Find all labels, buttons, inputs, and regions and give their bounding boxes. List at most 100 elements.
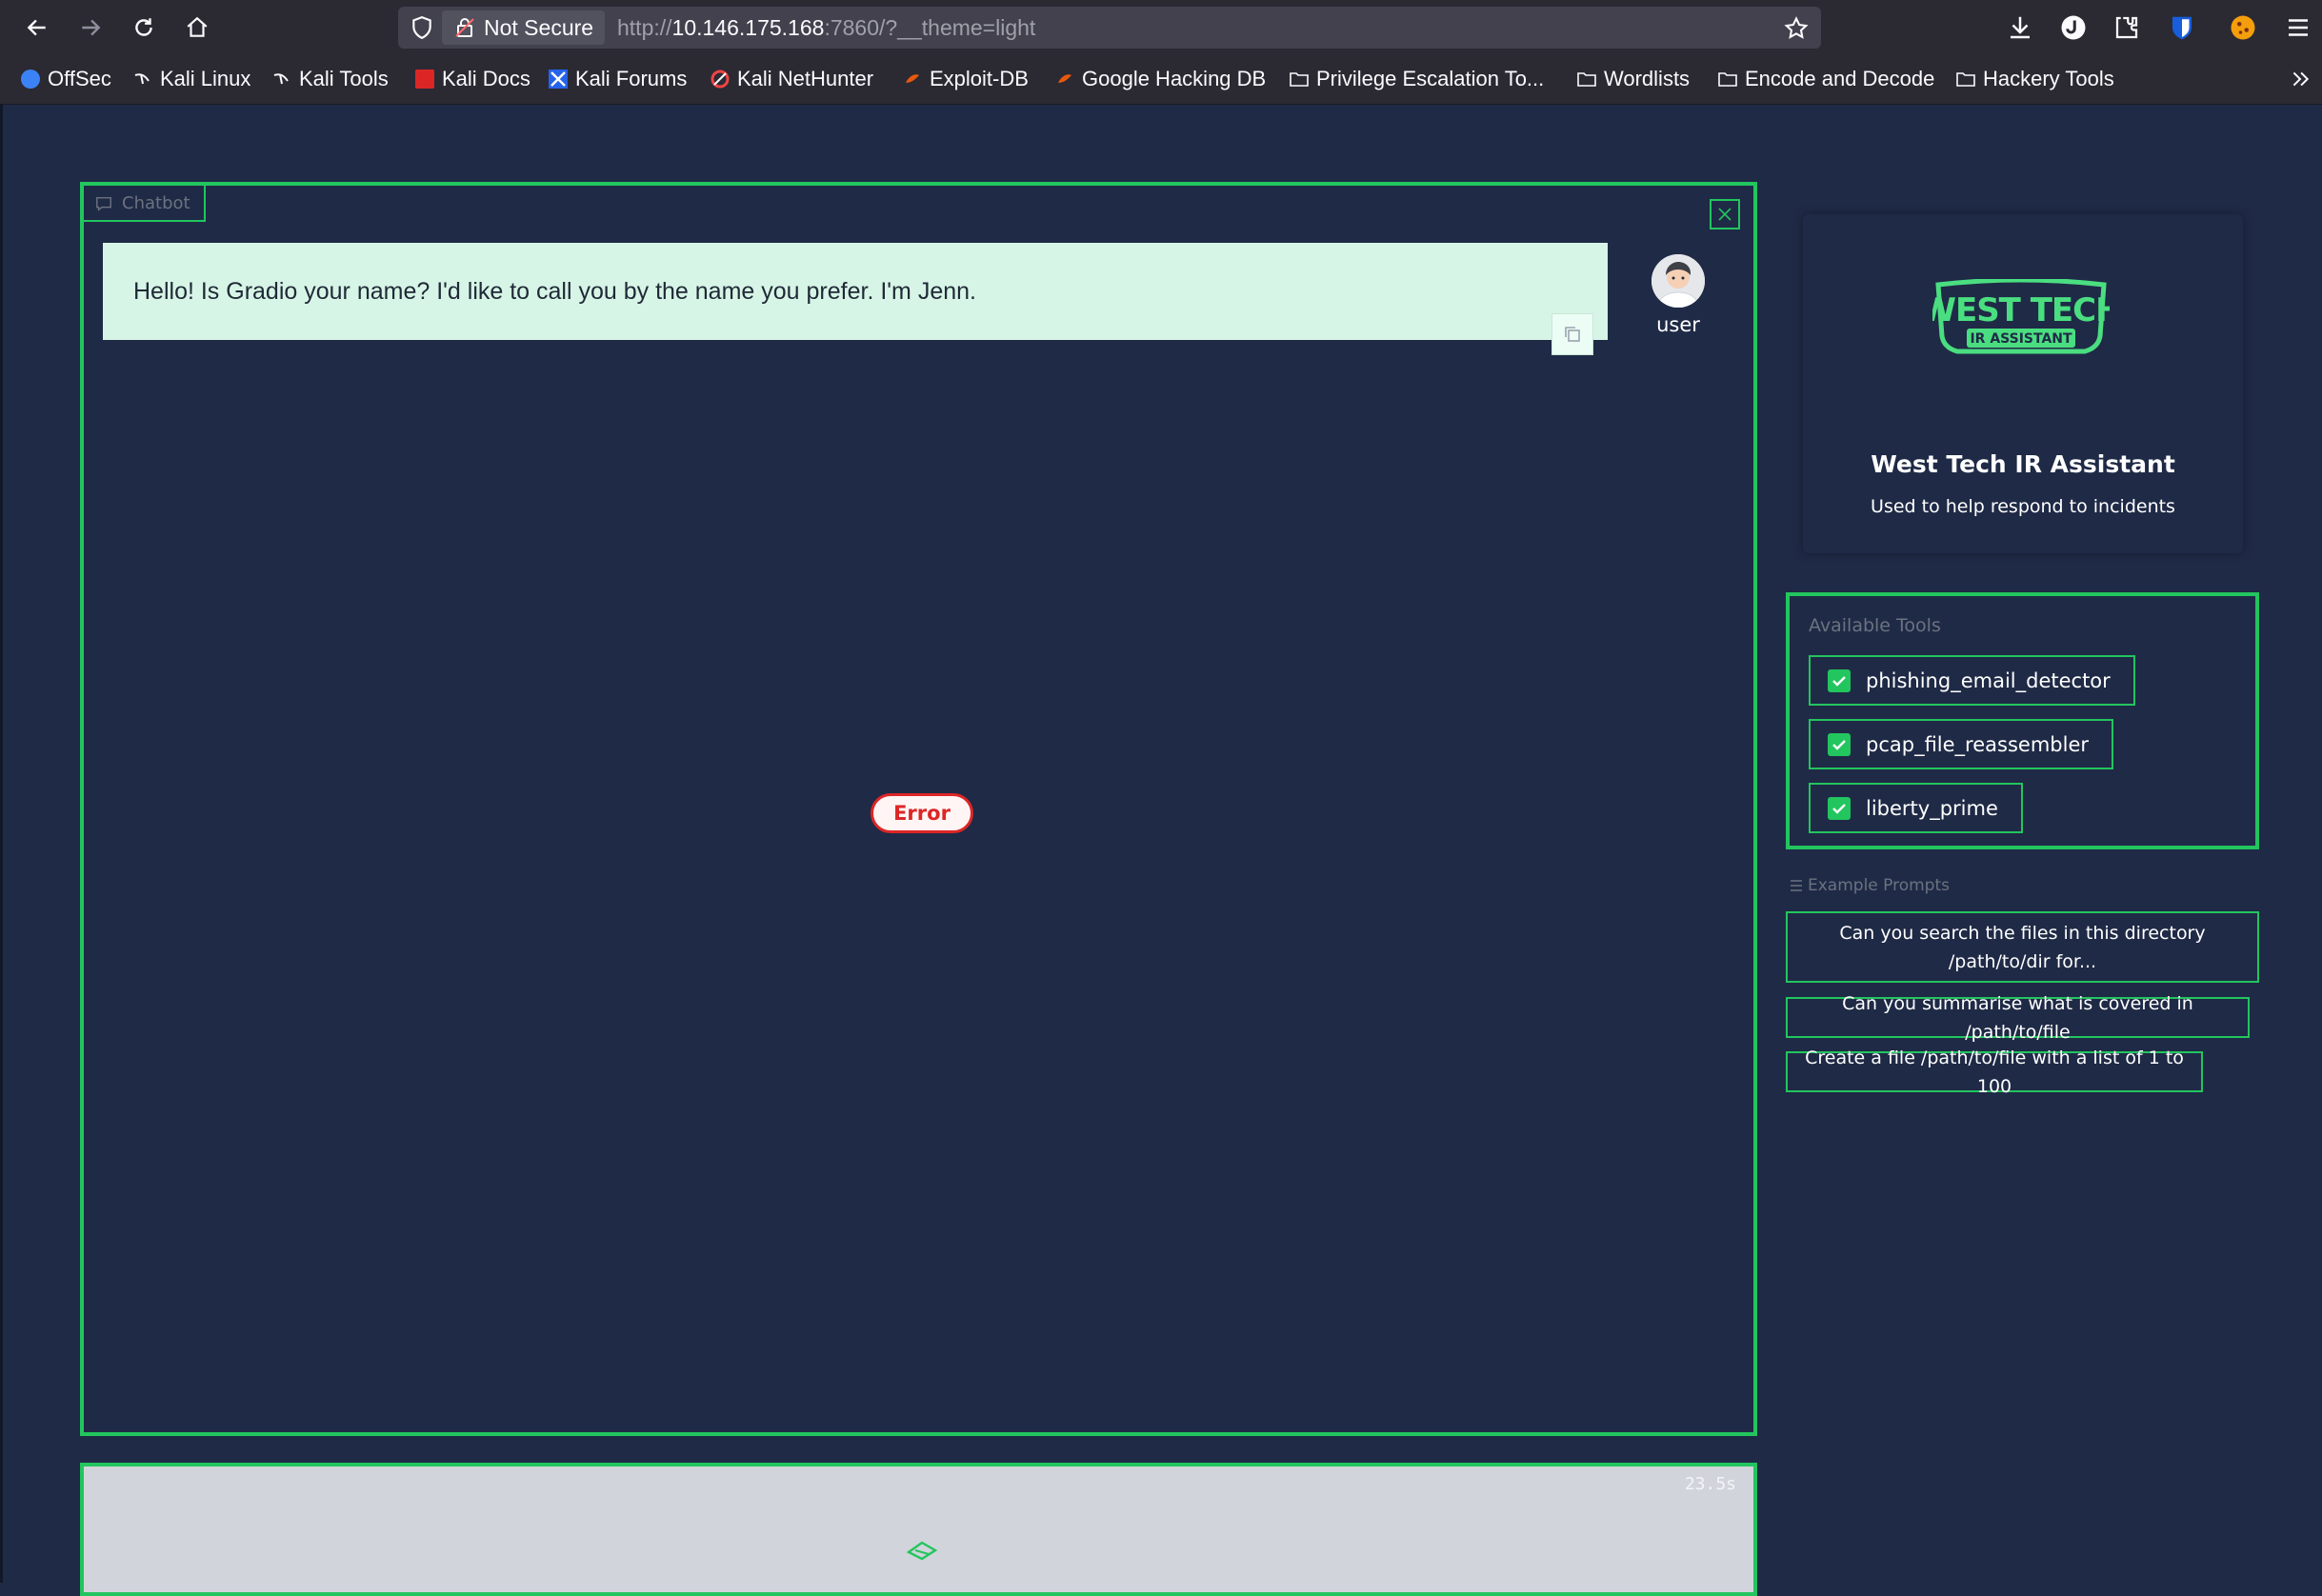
- arrow-right-icon: [82, 19, 101, 36]
- bitwarden-icon[interactable]: [2168, 13, 2196, 42]
- bookmark-kali-tools[interactable]: Kali Tools: [272, 64, 389, 94]
- chevron-double-right-icon: [2292, 71, 2310, 87]
- home-button[interactable]: [179, 10, 215, 46]
- assistant-title: West Tech IR Assistant: [1871, 450, 2175, 478]
- example-prompt-text: Create a file /path/to/file with a list …: [1805, 1047, 2184, 1097]
- user-message: Hello! Is Gradio your name? I'd like to …: [103, 243, 1608, 340]
- tool-checkbox-phishing-email-detector[interactable]: phishing_email_detector: [1809, 655, 2135, 706]
- back-button[interactable]: [19, 10, 55, 46]
- kali-dragon-icon: [134, 73, 150, 85]
- example-prompt-text: Can you summarise what is covered in /pa…: [1842, 992, 2193, 1043]
- example-prompt-search-files[interactable]: Can you search the files in this directo…: [1786, 911, 2259, 983]
- user-avatar-icon: [1651, 254, 1705, 308]
- loading-spinner-icon: [906, 1541, 938, 1561]
- example-prompt-text: Can you search the files in this directo…: [1839, 922, 2206, 972]
- bookmark-kali-nethunter[interactable]: Kali NetHunter: [711, 64, 873, 94]
- exploit-db-icon: [906, 74, 919, 83]
- url-path: :7860/?__theme=light: [824, 15, 1036, 40]
- exploit-db-icon: [1058, 74, 1071, 83]
- bookmark-label: Kali Docs: [442, 67, 530, 90]
- error-text: Error: [893, 802, 951, 825]
- tool-label: pcap_file_reassembler: [1866, 732, 2089, 756]
- bookmark-label: Encode and Decode: [1745, 67, 1935, 90]
- available-tools-label: Available Tools: [1809, 615, 1941, 636]
- bookmark-folder-privesc[interactable]: Privilege Escalation To...: [1290, 64, 1544, 94]
- bookmark-label: Kali NetHunter: [737, 67, 874, 90]
- extensions-puzzle-icon[interactable]: [2112, 13, 2141, 42]
- avatar-label: user: [1656, 313, 1700, 336]
- checkmark-icon[interactable]: [1828, 796, 1851, 820]
- bookmark-label: Wordlists: [1604, 67, 1691, 90]
- svg-text:WEST TECH: WEST TECH: [1932, 291, 2110, 329]
- arrow-left-icon: [27, 19, 46, 36]
- checkmark-icon[interactable]: [1828, 732, 1851, 756]
- bookmark-kali-forums[interactable]: Kali Forums: [549, 64, 687, 94]
- forward-button[interactable]: [72, 10, 109, 46]
- browser-toolbar: Not Secure http://10.146.175.168:7860/?_…: [0, 0, 2322, 54]
- bookmark-kali-docs[interactable]: Kali Docs: [415, 64, 530, 94]
- url-host: 10.146.175.168: [671, 15, 825, 40]
- nethunter-icon: [711, 70, 730, 89]
- hamburger-menu-icon[interactable]: [2284, 13, 2312, 42]
- shield-icon[interactable]: [410, 15, 434, 40]
- bookmark-label: Exploit-DB: [930, 67, 1029, 90]
- kali-docs-icon: [415, 70, 434, 89]
- tool-checkbox-pcap-file-reassembler[interactable]: pcap_file_reassembler: [1809, 719, 2113, 769]
- bookmark-kali-linux[interactable]: Kali Linux: [133, 64, 250, 94]
- error-badge: Error: [871, 793, 973, 833]
- user-message-text: Hello! Is Gradio your name? I'd like to …: [133, 277, 976, 305]
- bookmark-google-hacking-db[interactable]: Google Hacking DB: [1055, 64, 1266, 94]
- offsec-icon: [21, 70, 40, 89]
- download-icon[interactable]: [2006, 13, 2034, 42]
- west-tech-logo: WEST TECH IR ASSISTANT: [1932, 279, 2110, 354]
- example-prompt-create-file[interactable]: Create a file /path/to/file with a list …: [1786, 1047, 2203, 1097]
- chatbot-label-text: Chatbot: [122, 193, 190, 213]
- home-icon: [187, 16, 208, 37]
- close-icon: [1718, 208, 1731, 221]
- list-icon: [1791, 880, 1802, 891]
- tool-label: liberty_prime: [1866, 796, 1998, 820]
- bookmark-label: Kali Linux: [160, 67, 251, 90]
- assistant-subtitle: Used to help respond to incidents: [1871, 496, 2175, 517]
- bookmark-label: Hackery Tools: [1983, 67, 2114, 90]
- url-text[interactable]: http://10.146.175.168:7860/?__theme=ligh…: [617, 7, 1035, 49]
- url-scheme: http://: [617, 15, 672, 40]
- bookmark-exploit-db[interactable]: Exploit-DB: [903, 64, 1029, 94]
- example-prompt-summarise-file[interactable]: Can you summarise what is covered in /pa…: [1786, 993, 2250, 1043]
- chat-bubble-icon: [96, 196, 111, 211]
- assistant-info-card: WEST TECH IR ASSISTANT West Tech IR Assi…: [1803, 214, 2243, 553]
- folder-icon: [1290, 72, 1309, 87]
- folder-icon: [1956, 72, 1975, 87]
- lock-warning-icon: [455, 18, 474, 37]
- url-bar[interactable]: Not Secure http://10.146.175.168:7860/?_…: [398, 7, 1821, 49]
- bookmark-folder-encode-decode[interactable]: Encode and Decode: [1718, 64, 1934, 94]
- tool-checkbox-liberty-prime[interactable]: liberty_prime: [1809, 783, 2023, 833]
- bookmark-offsec[interactable]: OffSec: [21, 64, 111, 94]
- cookie-icon[interactable]: [2229, 13, 2257, 42]
- clear-chat-button[interactable]: [1710, 199, 1740, 229]
- copy-message-button[interactable]: [1551, 313, 1593, 355]
- tool-label: phishing_email_detector: [1866, 668, 2111, 692]
- bookmarks-overflow-button[interactable]: [2290, 64, 2311, 94]
- bookmark-folder-wordlists[interactable]: Wordlists: [1577, 64, 1690, 94]
- reload-icon: [135, 18, 152, 36]
- chatbot-label: Chatbot: [84, 186, 206, 222]
- chat-input-area[interactable]: 23.5s: [80, 1463, 1757, 1596]
- bookmark-label: OffSec: [48, 67, 111, 90]
- folder-icon: [1718, 72, 1737, 87]
- checkmark-icon[interactable]: [1828, 668, 1851, 692]
- kali-dragon-icon: [273, 73, 289, 85]
- bookmark-label: Kali Tools: [299, 67, 389, 90]
- kali-forums-icon: [549, 70, 568, 89]
- bookmark-folder-hackery-tools[interactable]: Hackery Tools: [1956, 64, 2114, 94]
- available-tools-group: Available Tools phishing_email_detector …: [1786, 592, 2259, 849]
- chatbot-panel: Chatbot Hello! Is Gradio your name? I'd …: [80, 182, 1757, 1436]
- copy-icon: [1565, 327, 1580, 342]
- reload-button[interactable]: [126, 10, 162, 46]
- elapsed-timer: 23.5s: [1684, 1474, 1736, 1494]
- example-prompts-label: Example Prompts: [1789, 876, 1950, 895]
- extension-circle-icon[interactable]: [2059, 13, 2088, 42]
- security-indicator[interactable]: Not Secure: [442, 10, 606, 45]
- bookmark-star-icon[interactable]: [1783, 15, 1810, 42]
- bookmark-label: Privilege Escalation To...: [1316, 67, 1545, 90]
